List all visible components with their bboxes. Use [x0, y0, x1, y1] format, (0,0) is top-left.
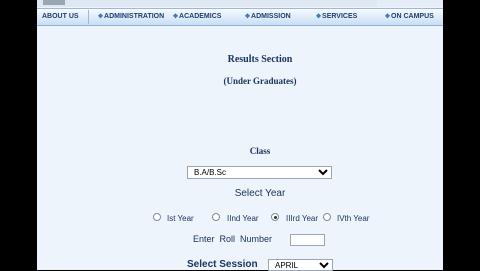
nav-label: SERVICES	[322, 13, 358, 20]
nav-about-us[interactable]: ABOUT US	[42, 13, 79, 20]
select-year-label: Select Year	[234, 188, 286, 199]
nav-bullet-icon: ✥	[385, 14, 391, 20]
main-nav: ABOUT US ✥ADMINISTRATION ✥ACADEMICS ✥ADM…	[37, 8, 443, 26]
year-4-radio[interactable]	[323, 213, 331, 221]
nav-label: ADMISSION	[251, 13, 291, 20]
year-1-label: Ist Year	[167, 214, 194, 223]
year-3-label: IIIrd Year	[286, 214, 319, 223]
nav-bullet-icon: ✥	[173, 14, 179, 20]
browser-page: ABOUT US ✥ADMINISTRATION ✥ACADEMICS ✥ADM…	[37, 0, 443, 270]
nav-admission[interactable]: ✥ADMISSION	[245, 13, 291, 20]
nav-label: ADMINISTRATION	[104, 13, 165, 20]
year-3-radio[interactable]	[271, 213, 279, 221]
page-title: Results Section	[227, 54, 293, 65]
nav-on-campus[interactable]: ✥ON CAMPUS	[385, 13, 434, 20]
nav-services[interactable]: ✥SERVICES	[316, 13, 357, 20]
nav-label: ABOUT US	[42, 13, 79, 20]
roll-number-input[interactable]	[290, 234, 325, 246]
class-label: Class	[249, 146, 271, 156]
roll-number-label: Enter Roll Number	[193, 234, 273, 244]
session-label: Select Session	[187, 259, 258, 270]
header-strip	[37, 0, 443, 7]
year-4-label: IVth Year	[337, 214, 370, 223]
nav-bullet-icon: ✥	[245, 14, 251, 20]
year-2-label: IInd Year	[227, 214, 259, 223]
year-1-radio[interactable]	[153, 213, 161, 221]
year-2-radio[interactable]	[212, 213, 220, 221]
nav-label: ON CAMPUS	[391, 13, 434, 20]
session-select[interactable]: APRIL	[268, 259, 333, 271]
nav-administration[interactable]: ✥ADMINISTRATION	[98, 13, 164, 20]
nav-label: ACADEMICS	[179, 13, 222, 20]
nav-academics[interactable]: ✥ACADEMICS	[173, 13, 221, 20]
header-right-panel	[377, 0, 443, 7]
nav-divider	[88, 10, 89, 24]
nav-bullet-icon: ✥	[316, 14, 322, 20]
logo	[43, 0, 65, 5]
class-select[interactable]: B.A/B.Sc	[187, 166, 332, 179]
nav-bullet-icon: ✥	[98, 14, 104, 20]
page-subtitle: (Under Graduates)	[223, 76, 297, 86]
